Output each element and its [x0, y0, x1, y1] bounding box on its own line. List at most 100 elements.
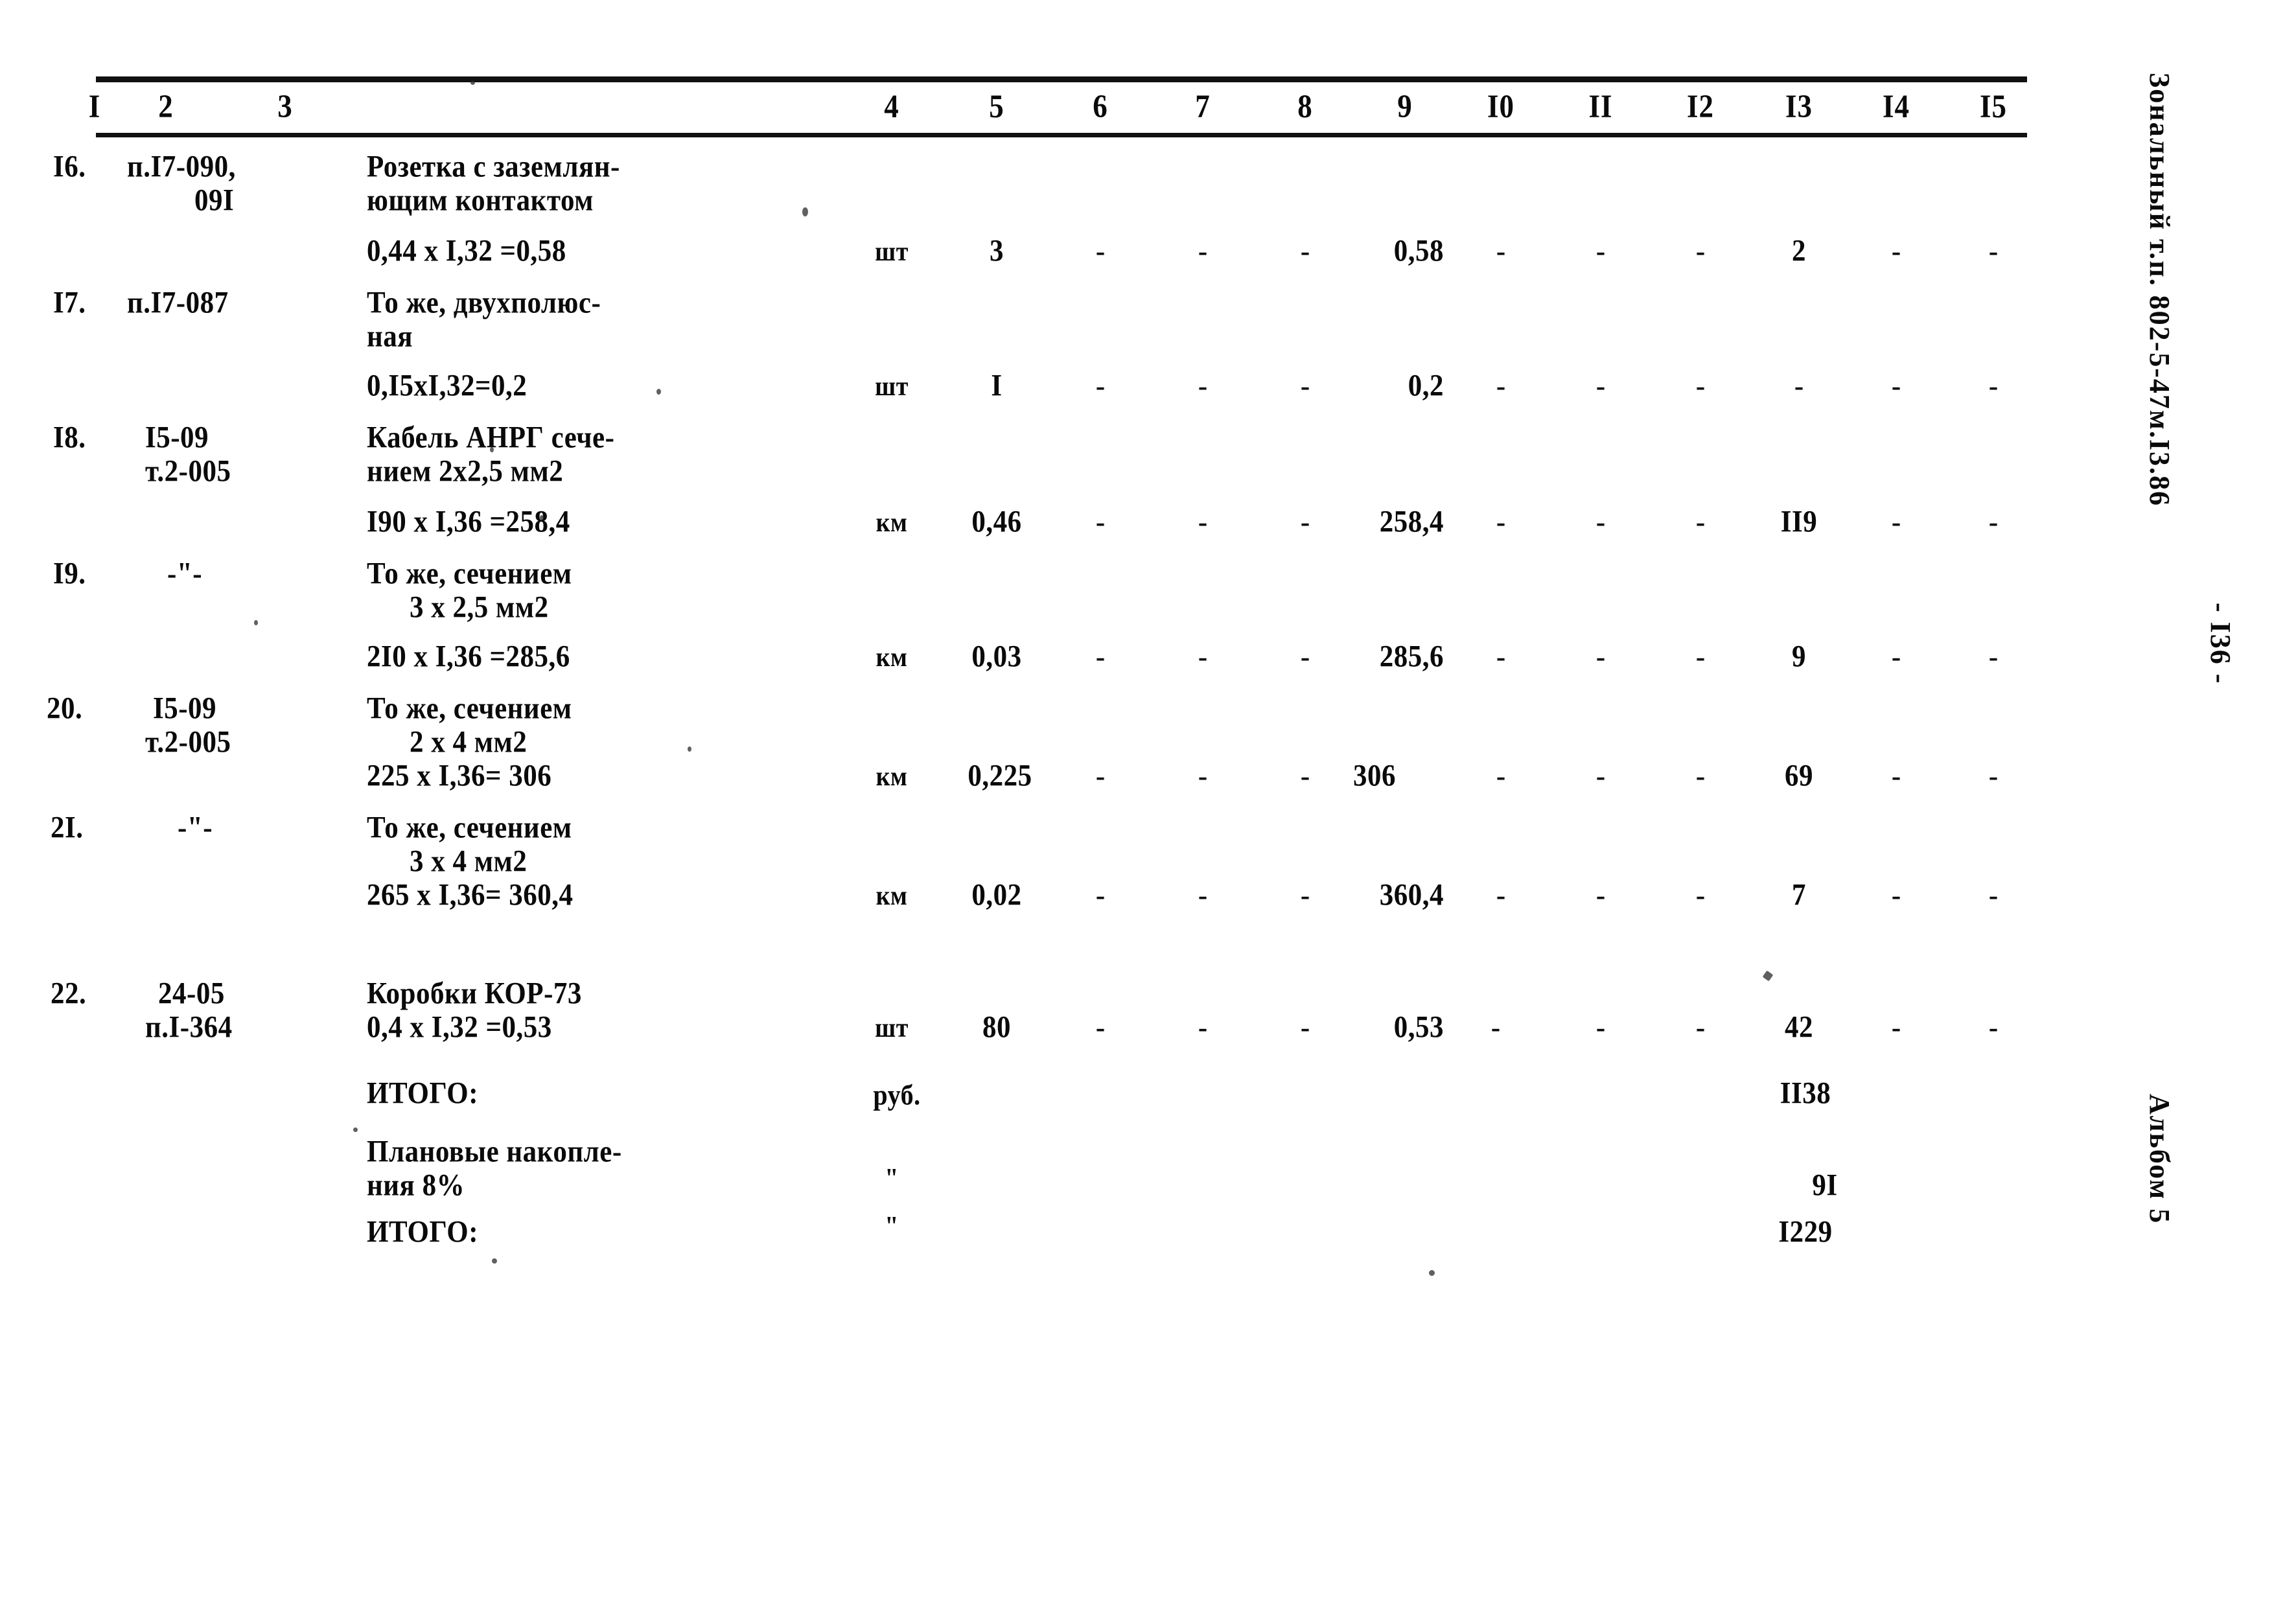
table-row: То же, сечением [367, 557, 572, 591]
table-row: То же, сечением [367, 811, 572, 845]
table-row: п.I7-090, [127, 150, 236, 184]
summary-row-label: ИТОГО: [367, 1215, 479, 1249]
column-header-13: I3 [1785, 88, 1813, 125]
table-row: Розетка с заземлян- [367, 150, 620, 184]
column-header-9: 9 [1397, 88, 1413, 125]
table-row: - [1891, 642, 1901, 673]
table-row: нием 2х2,5 мм2 [367, 454, 564, 489]
column-header-1: I [88, 88, 101, 125]
scanned-page: I 2 3 4 5 6 7 8 9 I0 II I2 I3 I4 I5 I6. … [0, 0, 2296, 1607]
table-row: 9 [1792, 640, 1806, 674]
summary-row-total: II38 [1780, 1076, 1831, 1111]
table-row: - [1891, 507, 1901, 538]
table-row: 0,03 [971, 640, 1022, 674]
table-row: 22. [51, 977, 87, 1011]
table-row: 360,4 [1379, 878, 1444, 912]
table-row: - [1198, 642, 1208, 673]
summary-row-label2: ния 8% [367, 1168, 465, 1203]
table-row: I8. [53, 421, 86, 455]
table-row: 258,4 [1379, 505, 1444, 539]
table-row: п.I7-087 [127, 286, 229, 320]
summary-row-label: ИТОГО: [367, 1076, 479, 1111]
table-row: 0,53 [1393, 1010, 1444, 1045]
table-row: - [1095, 761, 1106, 792]
table-row: - [1891, 761, 1901, 792]
table-row: 0,225 [968, 759, 1032, 793]
table-row: - [1198, 1013, 1208, 1043]
column-header-4: 4 [884, 88, 899, 125]
table-row: 0,4 х I,32 =0,53 [367, 1010, 552, 1045]
table-row: км [875, 507, 908, 538]
table-row: т.2-005 [145, 454, 231, 489]
album-stamp: Альбом 5 [2144, 1094, 2175, 1225]
table-row: I9. [53, 557, 86, 591]
estimate-table: I 2 3 4 5 6 7 8 9 I0 II I2 I3 I4 I5 I6. … [47, 76, 2027, 1291]
table-row: 0,2 [1408, 369, 1444, 403]
table-row: 3 х 2,5 мм2 [410, 590, 549, 625]
column-header-15: I5 [1979, 88, 2007, 125]
table-row: - [1988, 1013, 1999, 1043]
table-row: 09I [194, 183, 235, 218]
table-row: 0,02 [971, 878, 1022, 912]
table-row: 7 [1792, 878, 1806, 912]
summary-row-label: Плановые накопле- [367, 1135, 622, 1169]
table-row: - [1695, 1013, 1706, 1043]
table-row: I90 х I,36 =258,4 [367, 505, 570, 539]
table-row: - [1988, 881, 1999, 911]
table-row: I5-09 [145, 421, 209, 455]
table-row: 0,44 x I,32 =0,58 [367, 234, 566, 268]
table-row: - [1695, 642, 1706, 673]
table-row: шт [875, 371, 909, 402]
table-row: 42 [1785, 1010, 1813, 1045]
table-body: I6. п.I7-090, 09I Розетка с заземлян- ющ… [47, 137, 2027, 1291]
summary-row-total: I229 [1778, 1215, 1833, 1249]
summary-row-unit: " [885, 1211, 899, 1242]
table-row: - [1988, 371, 1999, 402]
table-row: - [1095, 237, 1106, 267]
table-header-rule [96, 133, 2027, 137]
table-row: 0,58 [1393, 234, 1444, 268]
table-row: - [1891, 371, 1901, 402]
table-row: - [1198, 881, 1208, 911]
table-row: -"- [178, 811, 213, 845]
table-row: км [875, 642, 908, 673]
column-header-11: II [1588, 88, 1613, 125]
scan-speckle [802, 207, 808, 216]
table-row: 0,I5xI,32=0,2 [367, 369, 528, 403]
table-row: км [875, 881, 908, 911]
column-header-7: 7 [1195, 88, 1211, 125]
table-row: 3 х 4 мм2 [410, 844, 528, 879]
table-row: 225 х I,36= 306 [367, 759, 552, 793]
scan-speckle [1429, 1270, 1435, 1276]
table-row: 69 [1785, 759, 1813, 793]
table-row: - [1198, 371, 1208, 402]
table-row: п.I-364 [145, 1010, 233, 1045]
column-header-5: 5 [989, 88, 1004, 125]
table-row: - [1300, 761, 1310, 792]
table-row: - [1891, 881, 1901, 911]
scan-speckle [470, 80, 475, 85]
table-row: 0,46 [971, 505, 1022, 539]
table-row: ющим контактом [367, 183, 594, 218]
column-header-8: 8 [1297, 88, 1313, 125]
page-number: - I36 - [2205, 603, 2236, 685]
table-row: 3 [990, 234, 1004, 268]
column-header-6: 6 [1093, 88, 1108, 125]
table-row: То же, двухполюс- [367, 286, 601, 320]
summary-row-total: 9I [1812, 1168, 1838, 1203]
table-row: I [991, 369, 1003, 403]
table-row: 2 [1792, 234, 1806, 268]
series-stamp: Зональный т.п. 802-5-47м.I3.86 [2144, 73, 2175, 507]
table-row: - [1695, 237, 1706, 267]
table-row: 2I. [51, 811, 84, 845]
table-row: - [1095, 642, 1106, 673]
table-row: - [1595, 761, 1606, 792]
table-row: - [1095, 1013, 1106, 1043]
table-row: шт [875, 1013, 909, 1043]
table-row: То же, сечением [367, 691, 572, 726]
table-row: - [1595, 642, 1606, 673]
table-row: II9 [1780, 505, 1818, 539]
column-header-3: 3 [277, 88, 293, 125]
table-row: - [1988, 642, 1999, 673]
column-header-row: I 2 3 4 5 6 7 8 9 I0 II I2 I3 I4 I5 [89, 82, 2027, 133]
